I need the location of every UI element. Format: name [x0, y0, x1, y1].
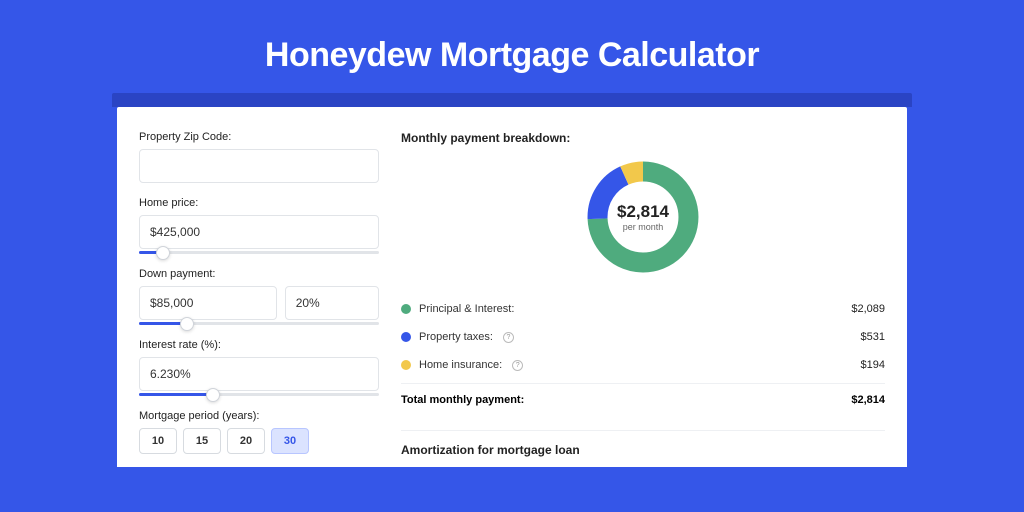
- donut-sub: per month: [617, 222, 669, 232]
- legend-label: Home insurance:: [419, 359, 502, 371]
- total-row: Total monthly payment: $2,814: [401, 383, 885, 416]
- home-price-field: Home price:: [139, 197, 379, 254]
- period-option-10[interactable]: 10: [139, 428, 177, 454]
- legend-value: $194: [861, 359, 885, 371]
- page-root: Honeydew Mortgage Calculator Property Zi…: [0, 0, 1024, 512]
- total-label: Total monthly payment:: [401, 394, 524, 406]
- legend-value: $2,089: [851, 303, 885, 315]
- interest-field: Interest rate (%):: [139, 339, 379, 396]
- legend-label: Principal & Interest:: [419, 303, 514, 315]
- donut-center: $2,814 per month: [617, 202, 669, 232]
- slider-thumb[interactable]: [206, 388, 220, 402]
- down-payment-slider[interactable]: [139, 322, 379, 325]
- interest-label: Interest rate (%):: [139, 339, 379, 351]
- down-payment-field: Down payment:: [139, 268, 379, 325]
- breakdown-column: Monthly payment breakdown: $2,814 per mo…: [401, 131, 885, 467]
- down-payment-label: Down payment:: [139, 268, 379, 280]
- down-payment-percent-input[interactable]: [285, 286, 379, 320]
- period-field: Mortgage period (years): 10 15 20 30: [139, 410, 379, 454]
- period-options: 10 15 20 30: [139, 428, 379, 454]
- interest-slider[interactable]: [139, 393, 379, 396]
- zip-input[interactable]: [139, 149, 379, 183]
- interest-input[interactable]: [139, 357, 379, 391]
- legend-row-taxes: Property taxes: ? $531: [401, 323, 885, 351]
- home-price-input[interactable]: [139, 215, 379, 249]
- legend-row-principal: Principal & Interest: $2,089: [401, 295, 885, 323]
- legend-value: $531: [861, 331, 885, 343]
- donut-amount: $2,814: [617, 202, 669, 222]
- calculator-card: Property Zip Code: Home price: Down paym…: [117, 107, 907, 467]
- home-price-slider[interactable]: [139, 251, 379, 254]
- down-payment-amount-input[interactable]: [139, 286, 277, 320]
- total-value: $2,814: [851, 394, 885, 406]
- zip-label: Property Zip Code:: [139, 131, 379, 143]
- period-option-30[interactable]: 30: [271, 428, 309, 454]
- period-option-20[interactable]: 20: [227, 428, 265, 454]
- zip-field: Property Zip Code:: [139, 131, 379, 183]
- page-title: Honeydew Mortgage Calculator: [265, 36, 759, 75]
- period-option-15[interactable]: 15: [183, 428, 221, 454]
- divider: [401, 430, 885, 431]
- donut-chart-wrap: $2,814 per month: [401, 157, 885, 277]
- legend-dot: [401, 304, 411, 314]
- form-column: Property Zip Code: Home price: Down paym…: [139, 131, 379, 467]
- legend-dot: [401, 360, 411, 370]
- slider-thumb[interactable]: [156, 246, 170, 260]
- home-price-label: Home price:: [139, 197, 379, 209]
- period-label: Mortgage period (years):: [139, 410, 379, 422]
- info-icon[interactable]: ?: [503, 332, 514, 343]
- legend-dot: [401, 332, 411, 342]
- breakdown-title: Monthly payment breakdown:: [401, 131, 885, 145]
- slider-thumb[interactable]: [180, 317, 194, 331]
- donut-chart: $2,814 per month: [583, 157, 703, 277]
- legend-row-insurance: Home insurance: ? $194: [401, 351, 885, 379]
- card-shadow: [112, 93, 912, 107]
- amortization-title: Amortization for mortgage loan: [401, 443, 885, 457]
- info-icon[interactable]: ?: [512, 360, 523, 371]
- legend-label: Property taxes:: [419, 331, 493, 343]
